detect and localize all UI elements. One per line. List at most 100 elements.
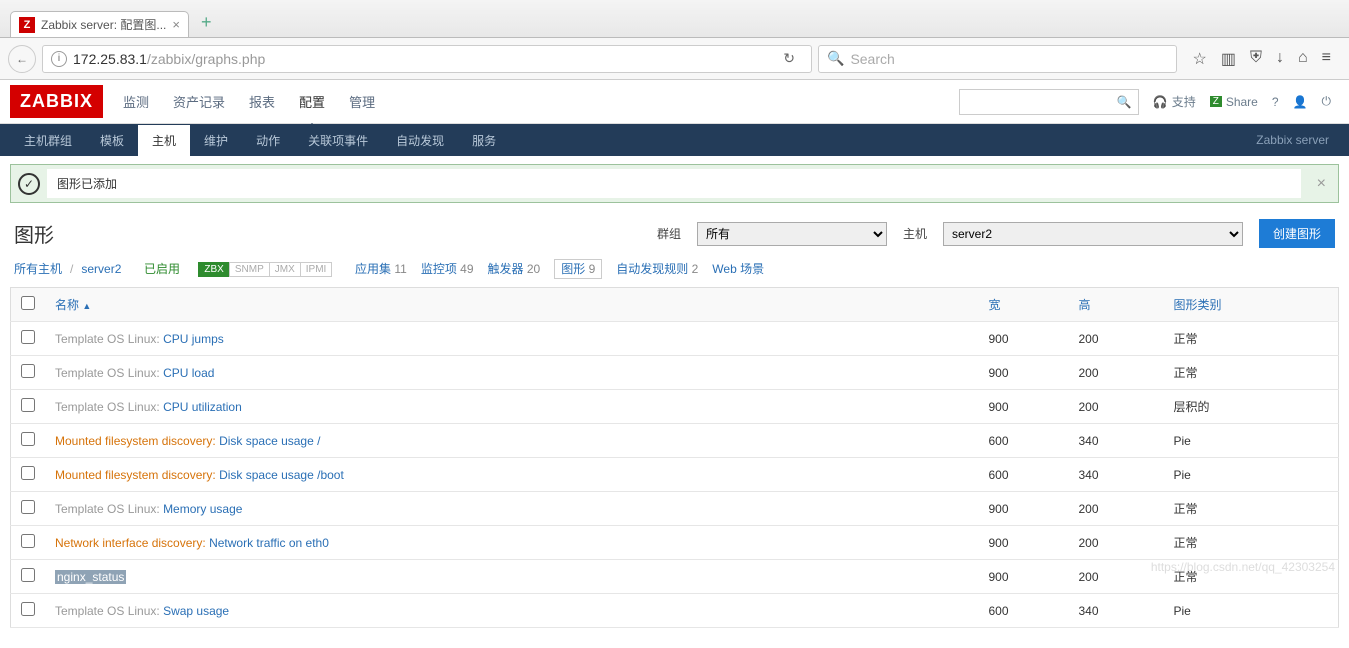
row-checkbox[interactable]	[21, 466, 35, 480]
table-row: Template OS Linux: Memory usage900200正常	[11, 492, 1339, 526]
filter-link[interactable]: Web 场景	[712, 262, 764, 276]
graph-link[interactable]: CPU load	[163, 366, 214, 380]
badge-ipmi: IPMI	[300, 262, 333, 277]
menu-icon[interactable]: ≡	[1322, 49, 1331, 69]
library-icon[interactable]: ▥	[1221, 49, 1236, 69]
graph-link[interactable]: Swap usage	[163, 604, 229, 618]
browser-toolbar: ← i 172.25.83.1/zabbix/graphs.php ↻ 🔍 Se…	[0, 38, 1349, 80]
reload-icon[interactable]: ↻	[783, 50, 795, 67]
new-tab-button[interactable]: +	[193, 8, 220, 37]
zabbix-logo[interactable]: ZABBIX	[10, 85, 103, 118]
enabled-status: 已启用	[144, 260, 180, 277]
browser-search[interactable]: 🔍 Search	[818, 45, 1177, 73]
address-bar[interactable]: i 172.25.83.1/zabbix/graphs.php ↻	[42, 45, 812, 73]
message-text: 图形已添加	[57, 177, 117, 191]
zabbix-search-input[interactable]: 🔍	[959, 89, 1139, 115]
host-subnav: 所有主机 / server2 已启用 ZBXSNMPJMXIPMI 应用集 11…	[0, 254, 1349, 287]
badge-jmx: JMX	[269, 262, 301, 277]
close-icon[interactable]: ×	[1305, 175, 1338, 193]
nav-2[interactable]: 报表	[239, 86, 285, 117]
subnav-0[interactable]: 主机群组	[10, 125, 86, 156]
user-icon[interactable]: 👤	[1293, 95, 1308, 109]
col-type[interactable]: 图形类别	[1164, 288, 1339, 322]
page-header: 图形 群组 所有 主机 server2 创建图形	[0, 211, 1349, 254]
filter-link[interactable]: 图形	[561, 262, 585, 276]
pocket-icon[interactable]: ⛨	[1250, 49, 1262, 69]
sub-nav: 主机群组模板主机维护动作关联项事件自动发现服务 Zabbix server	[0, 124, 1349, 156]
tab-title: Zabbix server: 配置图...	[41, 16, 166, 33]
success-message: ✓ 图形已添加 ×	[10, 164, 1339, 203]
browser-tab[interactable]: Z Zabbix server: 配置图... ×	[10, 11, 189, 37]
table-row: Mounted filesystem discovery: Disk space…	[11, 458, 1339, 492]
col-height[interactable]: 高	[1069, 288, 1164, 322]
all-hosts-link[interactable]: 所有主机	[14, 260, 62, 277]
host-link[interactable]: server2	[81, 262, 121, 276]
table-row: Network interface discovery: Network tra…	[11, 526, 1339, 560]
nav-0[interactable]: 监测	[113, 86, 159, 117]
info-icon[interactable]: i	[51, 51, 67, 67]
search-placeholder: Search	[850, 51, 894, 67]
subnav-7[interactable]: 服务	[458, 125, 510, 156]
row-checkbox[interactable]	[21, 330, 35, 344]
nav-4[interactable]: 管理	[339, 86, 385, 117]
row-checkbox[interactable]	[21, 568, 35, 582]
server-name: Zabbix server	[1256, 133, 1339, 147]
nav-3[interactable]: 配置	[289, 86, 335, 117]
group-select[interactable]: 所有	[697, 222, 887, 246]
create-graph-button[interactable]: 创建图形	[1259, 219, 1335, 248]
row-checkbox[interactable]	[21, 398, 35, 412]
support-link[interactable]: 🎧 支持	[1153, 93, 1196, 110]
row-checkbox[interactable]	[21, 534, 35, 548]
browser-tab-strip: Z Zabbix server: 配置图... × +	[0, 0, 1349, 38]
graph-link[interactable]: nginx_status	[55, 570, 126, 584]
bookmark-icon[interactable]: ☆	[1193, 49, 1207, 69]
downloads-icon[interactable]: ↓	[1276, 49, 1284, 69]
group-label: 群组	[657, 225, 681, 242]
subnav-4[interactable]: 动作	[242, 125, 294, 156]
filter-link[interactable]: 自动发现规则	[616, 262, 688, 276]
url-path: /zabbix/graphs.php	[147, 51, 265, 67]
table-row: nginx_status900200正常	[11, 560, 1339, 594]
row-checkbox[interactable]	[21, 500, 35, 514]
subnav-6[interactable]: 自动发现	[382, 125, 458, 156]
graph-link[interactable]: Disk space usage /boot	[219, 468, 344, 482]
host-label: 主机	[903, 225, 927, 242]
row-checkbox[interactable]	[21, 602, 35, 616]
badge-zbx: ZBX	[198, 262, 229, 277]
favicon: Z	[19, 17, 35, 33]
help-icon[interactable]: ?	[1272, 95, 1279, 109]
host-select[interactable]: server2	[943, 222, 1243, 246]
table-row: Template OS Linux: CPU utilization900200…	[11, 390, 1339, 424]
check-icon: ✓	[11, 172, 47, 195]
graph-link[interactable]: Disk space usage /	[219, 434, 320, 448]
select-all-checkbox[interactable]	[21, 296, 35, 310]
close-icon[interactable]: ×	[172, 17, 180, 32]
col-name[interactable]: 名称 ▲	[45, 288, 979, 322]
table-row: Template OS Linux: Swap usage600340Pie	[11, 594, 1339, 628]
share-link[interactable]: ZShare	[1210, 95, 1258, 109]
badge-snmp: SNMP	[229, 262, 270, 277]
table-row: Template OS Linux: CPU jumps900200正常	[11, 322, 1339, 356]
row-checkbox[interactable]	[21, 432, 35, 446]
graph-link[interactable]: Memory usage	[163, 502, 242, 516]
url-host: 172.25.83.1	[73, 51, 147, 67]
page-title: 图形	[14, 219, 54, 248]
subnav-1[interactable]: 模板	[86, 125, 138, 156]
filter-link[interactable]: 触发器	[488, 262, 524, 276]
home-icon[interactable]: ⌂	[1298, 49, 1308, 69]
nav-1[interactable]: 资产记录	[163, 86, 235, 117]
graph-link[interactable]: CPU utilization	[163, 400, 242, 414]
col-width[interactable]: 宽	[979, 288, 1069, 322]
back-button[interactable]: ←	[8, 45, 36, 73]
subnav-2[interactable]: 主机	[138, 125, 190, 156]
subnav-5[interactable]: 关联项事件	[294, 125, 382, 156]
graph-link[interactable]: Network traffic on eth0	[209, 536, 329, 550]
filter-link[interactable]: 应用集	[355, 262, 391, 276]
search-icon: 🔍	[1117, 95, 1132, 109]
filter-link[interactable]: 监控项	[421, 262, 457, 276]
power-icon[interactable]: ⏻	[1322, 94, 1332, 109]
graph-link[interactable]: CPU jumps	[163, 332, 224, 346]
search-icon: 🔍	[827, 50, 844, 67]
subnav-3[interactable]: 维护	[190, 125, 242, 156]
row-checkbox[interactable]	[21, 364, 35, 378]
